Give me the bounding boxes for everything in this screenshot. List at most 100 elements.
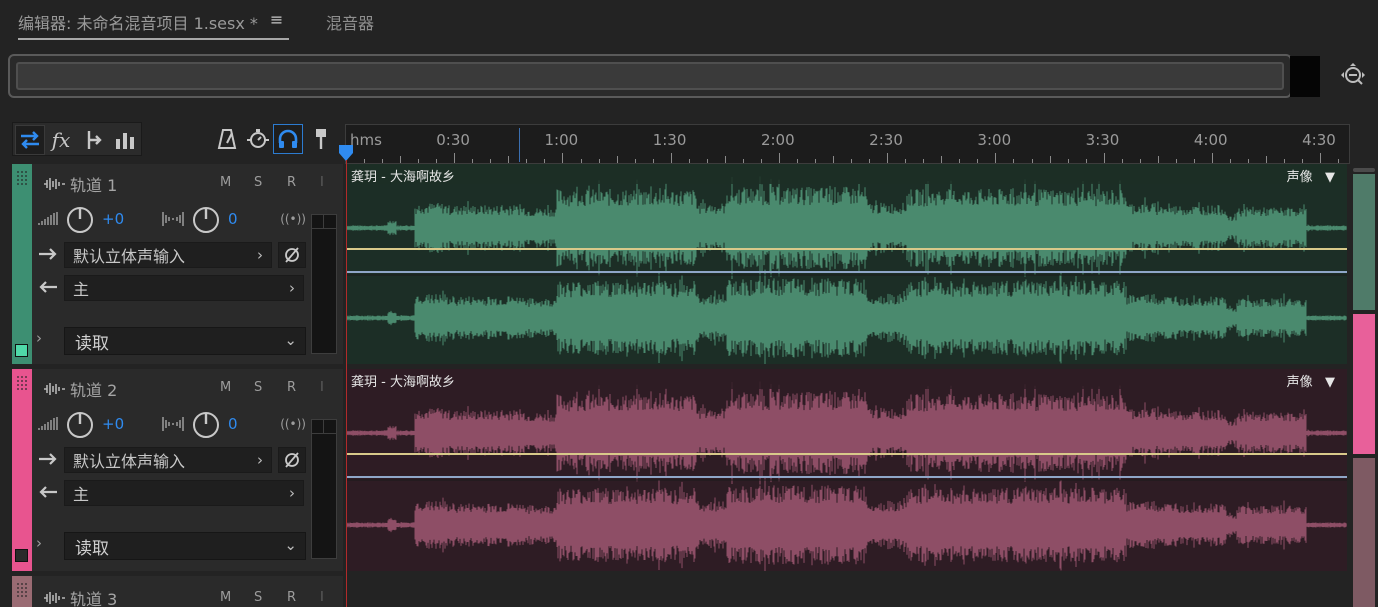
track-2-pan-knob[interactable]	[192, 411, 220, 439]
swap-arrows-icon[interactable]	[15, 125, 45, 155]
track-2-pan-value[interactable]: 0	[228, 415, 238, 433]
time-ruler[interactable]: hms 0:30 1:00 1:30 2:00 2:30 3:00 3:30 4:00 4:30	[345, 124, 1350, 164]
ruler-tick	[544, 159, 546, 163]
track-1-mute-button[interactable]: M	[220, 175, 231, 190]
eq-bars-icon[interactable]	[110, 125, 140, 155]
track-2-automation-row: › 读取 ⌄	[36, 532, 316, 560]
headphone-icon[interactable]	[273, 124, 303, 154]
track-3-lane[interactable]	[347, 576, 1347, 607]
vertical-track-scrollbar[interactable]	[1351, 164, 1378, 607]
track-2-mute-button[interactable]: M	[220, 380, 231, 395]
track-1-output-select[interactable]: 主 ›	[64, 275, 304, 301]
track-1-volume-knob[interactable]	[66, 206, 94, 234]
track-3-name[interactable]: 轨道 3	[70, 586, 117, 607]
track-2-automation-select[interactable]: 读取 ⌄	[64, 532, 306, 560]
track-3-record-arm-button[interactable]: R	[287, 590, 296, 605]
scroll-top-cap[interactable]	[1353, 168, 1375, 172]
track-3-input-monitor-button[interactable]: I	[320, 590, 324, 605]
input-arrow-icon	[39, 248, 57, 260]
track-1-input-select[interactable]: 默认立体声输入 ›	[64, 242, 272, 268]
marker-pin-icon[interactable]	[306, 124, 336, 154]
track-2-select-square[interactable]	[15, 549, 28, 562]
stereo-radio-icon[interactable]: ((•))	[280, 212, 306, 226]
timer-icon[interactable]	[243, 124, 273, 154]
track-2-name[interactable]: 轨道 2	[70, 377, 117, 401]
ruler-tick	[1013, 159, 1015, 163]
ruler-tick	[472, 159, 474, 163]
ruler-tick	[688, 159, 690, 163]
expand-automation-icon[interactable]: ›	[36, 534, 42, 552]
track-1-name[interactable]: 轨道 1	[70, 172, 117, 196]
track-2-input-select[interactable]: 默认立体声输入 ›	[64, 447, 272, 473]
ruler-time-label: 4:30	[1302, 131, 1336, 149]
ruler-tick	[941, 156, 943, 163]
track-2-record-arm-button[interactable]: R	[287, 380, 296, 395]
track-grip-icon[interactable]	[16, 375, 28, 391]
ruler-tick	[1103, 153, 1105, 163]
track-1-pan-value[interactable]: 0	[228, 210, 238, 228]
track-grip-icon[interactable]	[16, 170, 28, 186]
track-3-solo-button[interactable]: S	[254, 590, 262, 605]
track-1-audio-clip[interactable]: 龚玥 - 大海啊故乡 声像 ▼	[347, 164, 1347, 364]
track-3-mute-button[interactable]: M	[220, 590, 231, 605]
track-1-input-monitor-button[interactable]: I	[320, 175, 324, 190]
stereo-radio-icon[interactable]: ((•))	[280, 417, 306, 431]
fx-icon[interactable]: fx	[46, 125, 76, 155]
track-2-level-meter	[311, 419, 337, 559]
track-1-color-strip[interactable]	[12, 164, 32, 364]
track-1-solo-button[interactable]: S	[254, 175, 262, 190]
ruler-tick	[959, 159, 961, 163]
track-2-solo-button[interactable]: S	[254, 380, 262, 395]
view-mode-group: fx	[12, 122, 142, 156]
track-1-pan-knob[interactable]	[192, 206, 220, 234]
track-3-color-strip[interactable]	[12, 576, 32, 607]
zoom-fit-icon[interactable]	[1339, 62, 1367, 90]
track-2-input-monitor-button[interactable]: I	[320, 380, 324, 395]
ruler-tick	[634, 159, 636, 163]
tab-editor[interactable]: 编辑器: 未命名混音项目 1.sesx * ≡	[18, 10, 290, 40]
track-2-volume-knob[interactable]	[66, 411, 94, 439]
track-1-waveform	[347, 164, 1347, 364]
track-2-output-select[interactable]: 主 ›	[64, 480, 304, 506]
volume-icon	[38, 212, 58, 225]
ruler-tick	[1031, 159, 1033, 163]
track-2-clip-pan-menu[interactable]: 声像 ▼	[1287, 371, 1335, 390]
track-2-color-strip[interactable]	[12, 369, 32, 571]
ruler-tick	[436, 159, 438, 163]
track-1-phase-invert-button[interactable]	[278, 242, 306, 268]
track-grip-icon[interactable]	[16, 582, 28, 598]
track-1-clip-pan-menu[interactable]: 声像 ▼	[1287, 166, 1335, 185]
chevron-right-icon: ›	[289, 484, 295, 502]
track-2-phase-invert-button[interactable]	[278, 447, 306, 473]
pan-icon	[162, 212, 184, 226]
track-2-volume-value[interactable]: +0	[102, 415, 124, 433]
track-1-record-arm-button[interactable]: R	[287, 175, 296, 190]
ruler-tick	[1085, 159, 1087, 163]
playhead-line	[346, 160, 347, 607]
metronome-icon[interactable]	[212, 124, 242, 154]
track-1-volume-value[interactable]: +0	[102, 210, 124, 228]
track-1-select-square[interactable]	[15, 344, 28, 357]
expand-automation-icon[interactable]: ›	[36, 329, 42, 347]
ruler-time-label: 1:30	[652, 131, 687, 149]
send-icon[interactable]	[79, 125, 109, 155]
clip-header-bar[interactable]	[347, 164, 1347, 184]
tab-mixer[interactable]: 混音器	[326, 10, 374, 34]
track-2-scroll-segment[interactable]	[1353, 314, 1375, 454]
track-1-input-label: 默认立体声输入	[73, 247, 186, 266]
track-2-audio-clip[interactable]: 龚玥 - 大海啊故乡 声像 ▼	[347, 369, 1347, 571]
clip-header-bar[interactable]	[347, 369, 1347, 389]
view-start-marker	[519, 128, 520, 162]
track-1-scroll-segment[interactable]	[1353, 174, 1375, 310]
ruler-tick	[923, 159, 925, 163]
track-3-scroll-segment[interactable]	[1353, 458, 1375, 607]
hamburger-icon[interactable]: ≡	[270, 10, 283, 29]
track-1-automation-select[interactable]: 读取 ⌄	[64, 327, 306, 355]
ruler-tick	[1139, 159, 1141, 163]
ruler-tick	[1193, 159, 1195, 163]
session-overview-bar[interactable]	[8, 54, 1292, 98]
ruler-tick	[760, 159, 762, 163]
overview-viewport-handle[interactable]	[16, 62, 1284, 90]
output-arrow-icon	[39, 281, 57, 293]
track-1-automation-label: 读取	[75, 333, 109, 354]
